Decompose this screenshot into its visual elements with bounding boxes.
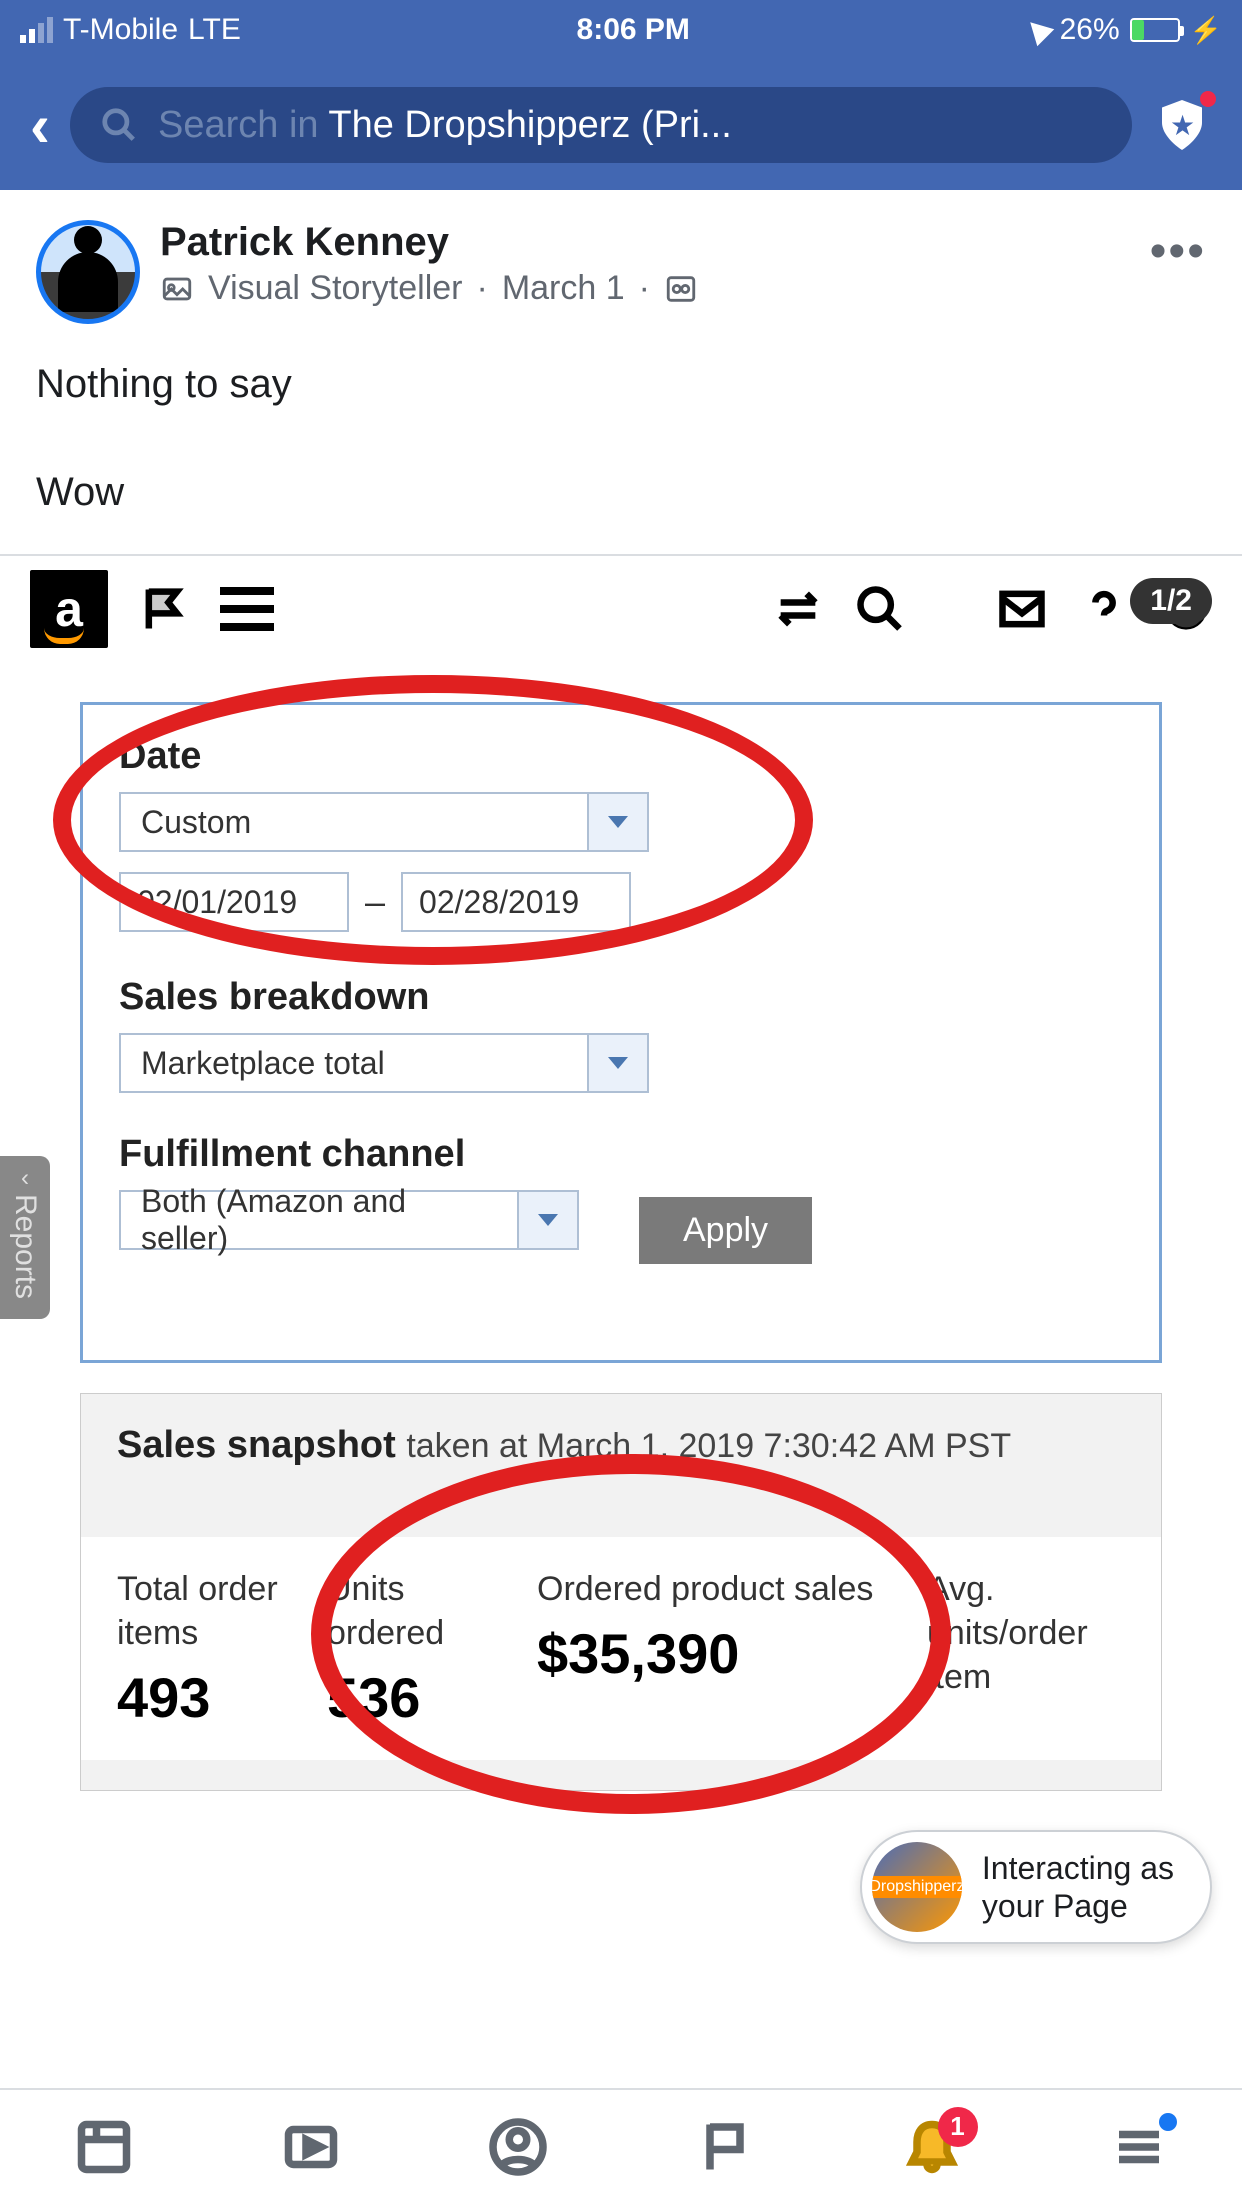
feed-icon — [74, 2117, 134, 2177]
profile-icon — [488, 2117, 548, 2177]
battery-icon — [1130, 18, 1180, 42]
date-label: Date — [119, 735, 1123, 778]
metric-avg-units: Avg. units/order item — [927, 1567, 1147, 1730]
image-counter: 1/2 — [1130, 578, 1212, 624]
date-to: 02/28/2019 — [401, 872, 631, 932]
interacting-bubble[interactable]: Dropshipperz Interacting as your Page — [860, 1830, 1212, 1944]
reports-tab: › Reports — [0, 1156, 50, 1319]
apply-button: Apply — [639, 1197, 812, 1264]
channel-select: Both (Amazon and seller) — [119, 1190, 579, 1250]
post-text-2: Wow — [36, 460, 1206, 524]
breakdown-label: Sales breakdown — [119, 976, 1123, 1019]
badge-icon — [160, 272, 194, 306]
tab-feed[interactable] — [74, 2117, 134, 2182]
location-icon — [1021, 14, 1054, 47]
post-image[interactable]: a 1/2 Date Custom 02/01/2019 – 02/28/201… — [0, 554, 1242, 1984]
post-body: Nothing to say Wow — [0, 334, 1242, 554]
dropdown-icon — [587, 794, 647, 850]
chevron-right-icon: › — [21, 1166, 29, 1194]
post-header: Patrick Kenney Visual Storyteller · Marc… — [0, 190, 1242, 334]
star-icon: ★ — [1170, 109, 1195, 142]
breakdown-select: Marketplace total — [119, 1033, 649, 1093]
sales-snapshot: Sales snapshot taken at March 1, 2019 7:… — [80, 1393, 1162, 1791]
swap-icon — [772, 583, 824, 635]
interacting-label: Interacting as your Page — [982, 1849, 1174, 1926]
app-header: ‹ Search in The Dropshipperz (Pri... ★ — [0, 60, 1242, 190]
notification-badge: 1 — [938, 2107, 978, 2147]
hamburger-icon — [220, 587, 274, 631]
mail-icon — [996, 583, 1048, 635]
battery-percent: 26% — [1060, 13, 1120, 47]
search-icon — [854, 583, 906, 635]
tab-watch[interactable] — [281, 2117, 341, 2182]
status-left: T-Mobile LTE — [20, 13, 241, 47]
flag-icon — [138, 583, 190, 635]
amazon-logo: a — [30, 570, 108, 648]
notification-dot — [1159, 2113, 1177, 2131]
carrier-label: T-Mobile — [63, 13, 178, 47]
post-menu-button[interactable]: ••• — [1150, 220, 1206, 279]
page-avatar: Dropshipperz — [872, 1842, 962, 1932]
search-icon — [100, 106, 138, 144]
clock: 8:06 PM — [577, 13, 690, 47]
metric-units-ordered: Units ordered 536 — [327, 1567, 497, 1730]
help-icon — [1078, 583, 1130, 635]
filters-panel: Date Custom 02/01/2019 – 02/28/2019 Sale… — [80, 702, 1162, 1363]
amazon-toolbar: a 1/2 — [0, 556, 1242, 662]
snapshot-title: Sales snapshot taken at March 1, 2019 7:… — [117, 1424, 1125, 1467]
audience-icon — [664, 272, 698, 306]
search-placeholder: Search in The Dropshipperz (Pri... — [158, 104, 732, 147]
metric-ordered-sales: Ordered product sales $35,390 — [537, 1567, 887, 1730]
flag-icon — [695, 2117, 755, 2177]
metrics-row: Total order items 493 Units ordered 536 … — [81, 1537, 1161, 1760]
date-from: 02/01/2019 — [119, 872, 349, 932]
tab-pages[interactable] — [695, 2117, 755, 2182]
tab-profile[interactable] — [488, 2117, 548, 2182]
notification-dot — [1200, 91, 1216, 107]
author-name[interactable]: Patrick Kenney — [160, 220, 1130, 265]
dropdown-icon — [587, 1035, 647, 1091]
tab-menu[interactable] — [1109, 2117, 1169, 2182]
status-bar: T-Mobile LTE 8:06 PM 26% — [0, 0, 1242, 60]
post-text-1: Nothing to say — [36, 352, 1206, 416]
status-right: 26% — [1026, 13, 1222, 47]
search-field[interactable]: Search in The Dropshipperz (Pri... — [70, 87, 1132, 163]
date-inputs: 02/01/2019 – 02/28/2019 — [119, 872, 1123, 932]
charging-icon — [1190, 13, 1222, 47]
author-badge: Visual Storyteller — [208, 269, 463, 308]
network-label: LTE — [188, 13, 241, 47]
metric-total-order-items: Total order items 493 — [117, 1567, 287, 1730]
channel-label: Fulfillment channel — [119, 1133, 1123, 1176]
back-button[interactable]: ‹ — [30, 91, 50, 160]
signal-icon — [20, 17, 53, 43]
watch-icon — [281, 2117, 341, 2177]
shield-button[interactable]: ★ — [1152, 95, 1212, 155]
tab-notifications[interactable]: 1 — [902, 2117, 962, 2182]
dropdown-icon — [517, 1192, 577, 1248]
date-range-select: Custom — [119, 792, 649, 852]
post-date[interactable]: March 1 — [502, 269, 625, 308]
avatar[interactable] — [36, 220, 140, 324]
bottom-nav: 1 — [0, 2088, 1242, 2208]
